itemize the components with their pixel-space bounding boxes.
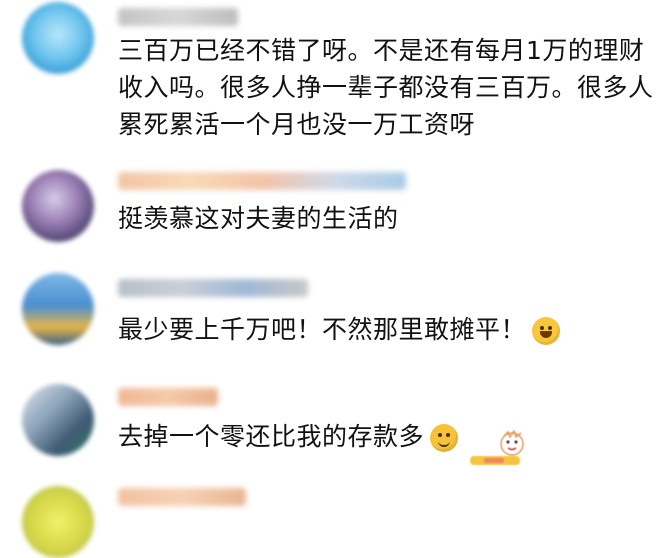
smile-icon [430,424,459,452]
username-blurred[interactable] [118,172,406,190]
comment-text-content: 去掉一个零还比我的存款多 [118,422,425,451]
comment-text: 去掉一个零还比我的存款多 [118,418,658,455]
username-blurred[interactable] [118,8,238,26]
laughing-tears-icon [532,317,561,345]
avatar[interactable] [22,486,94,558]
avatar[interactable] [22,170,94,242]
avatar[interactable] [22,273,94,345]
comment-text: 最少要上千万吧！不然那里敢摊平！ [118,311,658,348]
username-blurred[interactable] [118,279,308,297]
comment-text: 三百万已经不错了呀。不是还有每月1万的理财收入吗。很多人挣一辈子都没有三百万。很… [118,36,654,139]
username-blurred[interactable] [118,388,218,406]
comment-text: 挺羡慕这对夫妻的生活的 [118,204,399,233]
avatar[interactable] [22,2,94,74]
cartoon-kid-sticker [464,429,536,470]
username-blurred[interactable] [118,488,246,506]
avatar[interactable] [22,384,94,456]
comment-text-content: 最少要上千万吧！不然那里敢摊平！ [118,315,527,344]
